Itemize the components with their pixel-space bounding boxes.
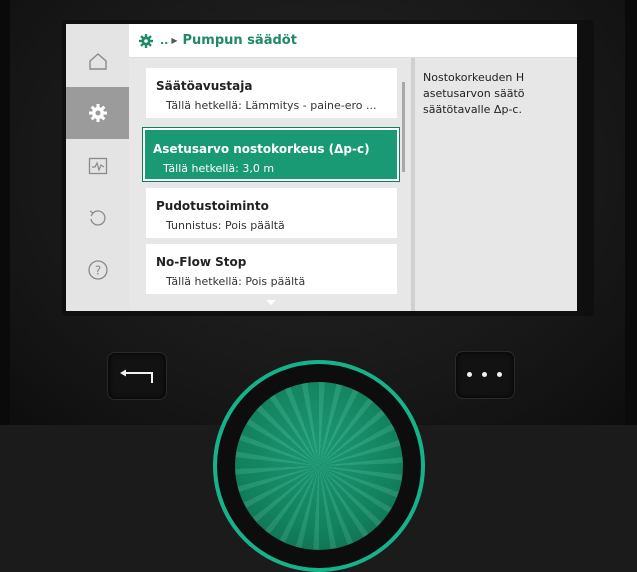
svg-text:?: ?	[94, 264, 100, 278]
back-arrow-icon	[120, 369, 153, 383]
knob-face	[235, 382, 403, 550]
list-item-control-assistant[interactable]: Säätöavustaja Tällä hetkellä: Lämmitys -…	[146, 68, 397, 118]
list-item-title: Pudotustoiminto	[156, 199, 269, 213]
help-icon: ?	[87, 260, 108, 280]
sidebar-item-diagnostics[interactable]	[66, 140, 129, 192]
sidebar-item-home[interactable]	[66, 35, 129, 87]
list-item-subtitle: Tunnistus: Pois päältä	[166, 219, 285, 232]
list-item-subtitle: Tällä hetkellä: Lämmitys - paine-ero ...	[166, 99, 377, 112]
list-item-title: Asetusarvo nostokorkeus (Δp-c)	[153, 142, 370, 156]
sidebar-item-settings[interactable]	[66, 87, 129, 139]
restore-icon	[89, 210, 105, 226]
operating-knob[interactable]	[213, 360, 425, 572]
bezel-right	[625, 0, 637, 425]
help-panel: Nostokorkeuden H asetusarvon säätö säätö…	[411, 58, 577, 311]
page-title: Pumpun säädöt	[182, 33, 297, 48]
list-item-no-flow-stop[interactable]: No-Flow Stop Tällä hetkellä: Pois päältä	[146, 244, 397, 294]
header: .. ▶ Pumpun säädöt	[129, 24, 577, 58]
scroll-down-arrow-icon	[266, 300, 276, 305]
sidebar: ?	[66, 24, 129, 311]
list-item-setback-function[interactable]: Pudotustoiminto Tunnistus: Pois päältä	[146, 188, 397, 238]
more-dots-icon	[467, 372, 502, 377]
sidebar-item-help[interactable]: ?	[66, 244, 129, 296]
breadcrumb-arrow-icon: ▶	[171, 36, 178, 45]
list-item-title: No-Flow Stop	[156, 255, 247, 269]
list-scrollbar[interactable]	[402, 82, 405, 172]
list-item-title: Säätöavustaja	[156, 79, 253, 93]
list-item-setpoint-head[interactable]: Asetusarvo nostokorkeus (Δp-c) Tällä het…	[143, 128, 399, 181]
help-text: Nostokorkeuden H asetusarvon säätö säätö…	[423, 71, 525, 116]
pump-control-device: ? .. ▶ Pumpun säädöt Säätöavustaja Tällä…	[0, 0, 637, 572]
list-item-subtitle: Tällä hetkellä: 3,0 m	[163, 162, 275, 175]
breadcrumb[interactable]: ..	[160, 34, 168, 47]
display-screen: ? .. ▶ Pumpun säädöt Säätöavustaja Tällä…	[66, 24, 577, 311]
header-gear-icon	[139, 33, 153, 48]
list-item-subtitle: Tällä hetkellä: Pois päältä	[166, 275, 306, 288]
knob-ridges	[235, 382, 403, 550]
diagnostics-icon	[88, 157, 107, 175]
context-menu-button[interactable]	[455, 351, 515, 399]
sidebar-item-restore[interactable]	[66, 192, 129, 244]
home-icon	[88, 53, 107, 70]
gear-icon	[88, 104, 107, 122]
settings-list: Säätöavustaja Tällä hetkellä: Lämmitys -…	[129, 58, 411, 311]
bezel-left	[0, 0, 10, 425]
back-button[interactable]	[107, 352, 167, 400]
